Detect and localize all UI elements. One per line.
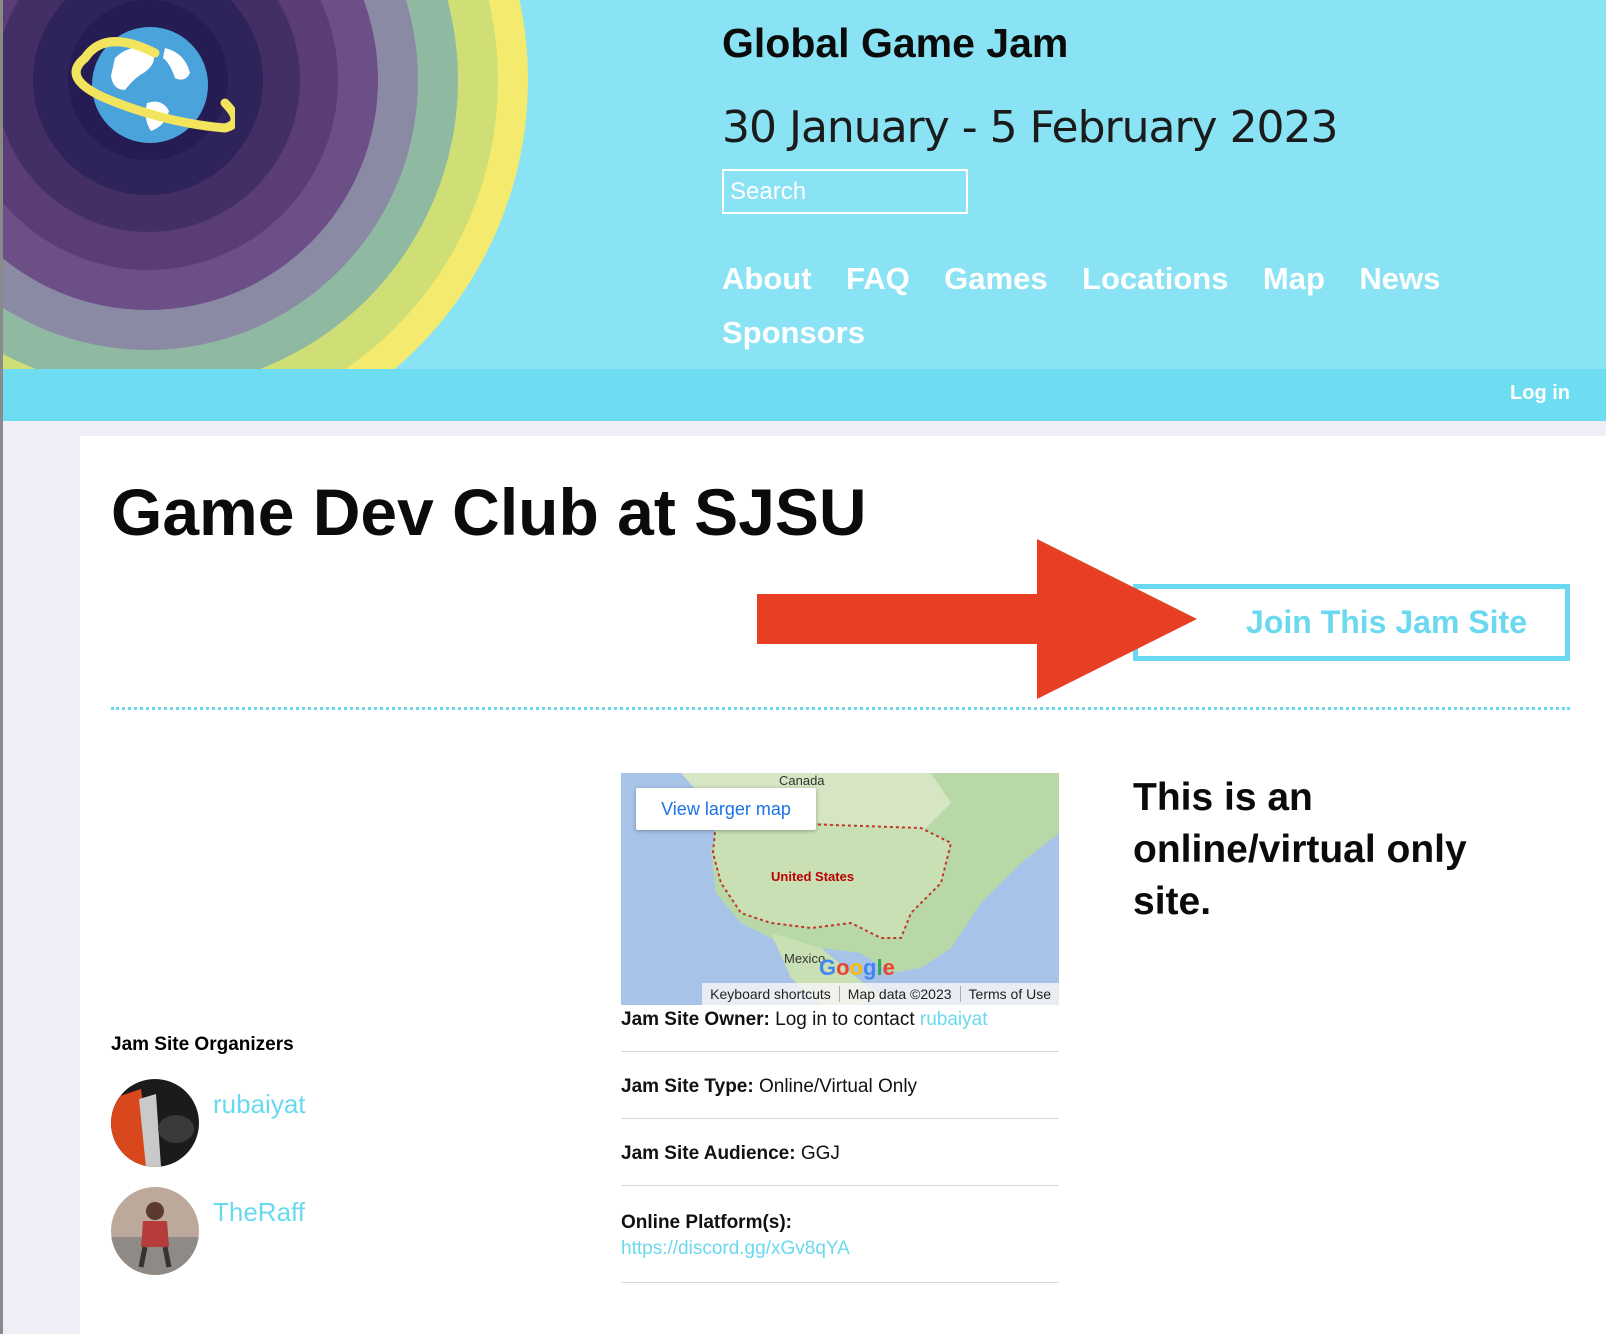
info-row-type: Jam Site Type: Online/Virtual Only xyxy=(621,1076,1059,1119)
google-logo: Google xyxy=(819,955,895,980)
map-data-text: Map data ©2023 xyxy=(840,986,961,1002)
audience-value: GGJ xyxy=(800,1143,840,1164)
type-label: Jam Site Type: xyxy=(621,1076,754,1097)
info-row-owner: Jam Site Owner: Log in to contact rubaiy… xyxy=(621,1009,1059,1052)
map-label-us: United States xyxy=(771,869,855,884)
page-title: Game Dev Club at SJSU xyxy=(111,475,867,549)
terms-of-use-link[interactable]: Terms of Use xyxy=(961,986,1059,1002)
red-arrow-annotation xyxy=(757,539,1197,704)
nav-locations[interactable]: Locations xyxy=(1082,252,1228,306)
nav-about[interactable]: About xyxy=(722,252,812,306)
avatar[interactable] xyxy=(111,1187,199,1275)
search-input[interactable] xyxy=(722,169,968,214)
owner-text: Log in to contact xyxy=(775,1009,915,1030)
owner-label: Jam Site Owner: xyxy=(621,1009,770,1030)
join-jam-site-button[interactable]: Join This Jam Site xyxy=(1133,584,1570,661)
info-row-platform: Online Platform(s): https://discord.gg/x… xyxy=(621,1210,1059,1283)
map-attribution: Keyboard shortcuts Map data ©2023 Terms … xyxy=(702,983,1059,1005)
organizer-link-theraff[interactable]: TheRaff xyxy=(213,1197,305,1228)
avatar[interactable] xyxy=(111,1079,199,1167)
ggj-logo-icon[interactable] xyxy=(55,18,240,148)
login-link[interactable]: Log in xyxy=(1510,382,1570,405)
site-header: Global Game Jam 30 January - 5 February … xyxy=(3,0,1606,369)
platform-label: Online Platform(s): xyxy=(621,1212,793,1233)
event-dates: 30 January - 5 February 2023 xyxy=(722,102,1339,153)
content-card: Game Dev Club at SJSU Join This Jam Site… xyxy=(80,436,1606,1334)
nav-sponsors[interactable]: Sponsors xyxy=(722,306,865,360)
keyboard-shortcuts-link[interactable]: Keyboard shortcuts xyxy=(702,986,840,1002)
user-bar: Log in xyxy=(3,369,1606,421)
discord-link[interactable]: https://discord.gg/xGv8qYA xyxy=(621,1238,850,1259)
virtual-site-note: This is an online/virtual only site. xyxy=(1133,776,1467,923)
site-title[interactable]: Global Game Jam xyxy=(722,20,1068,67)
view-larger-map-button[interactable]: View larger map xyxy=(636,788,816,830)
nav-map[interactable]: Map xyxy=(1263,252,1325,306)
map-label-canada: Canada xyxy=(779,773,825,788)
organizer-link-rubaiyat[interactable]: rubaiyat xyxy=(213,1089,306,1120)
organizers-heading: Jam Site Organizers xyxy=(111,1034,294,1055)
info-row-audience: Jam Site Audience: GGJ xyxy=(621,1143,1059,1186)
organizer-item: TheRaff xyxy=(111,1187,411,1275)
location-map[interactable]: View larger map Canada United States Mex… xyxy=(621,773,1059,1005)
type-value: Online/Virtual Only xyxy=(758,1076,918,1097)
nav-faq[interactable]: FAQ xyxy=(846,252,910,306)
section-divider xyxy=(111,707,1570,710)
nav-games[interactable]: Games xyxy=(944,252,1047,306)
nav-news[interactable]: News xyxy=(1359,252,1440,306)
main-nav: About FAQ Games Locations Map News Spons… xyxy=(722,252,1482,360)
owner-link[interactable]: rubaiyat xyxy=(920,1009,988,1030)
organizer-item: rubaiyat xyxy=(111,1079,411,1167)
audience-label: Jam Site Audience: xyxy=(621,1143,796,1164)
